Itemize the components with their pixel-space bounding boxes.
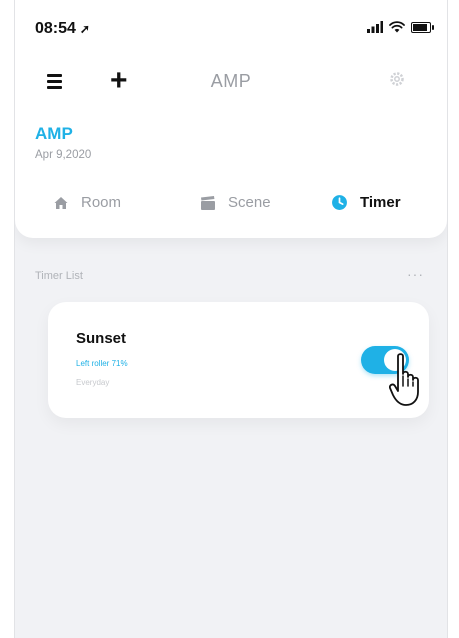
location-arrow-icon: ➚ (79, 22, 90, 36)
home-date: Apr 9,2020 (35, 149, 92, 161)
scene-icon (201, 195, 215, 210)
status-time: 08:54 ➚ (35, 20, 90, 38)
home-icon (54, 196, 68, 209)
tab-room-label: Room (81, 194, 122, 211)
tab-scene-label: Scene (228, 194, 271, 211)
tab-bar: Room Scene Timer (15, 184, 447, 226)
phone-screen: 08:54 ➚ + AMP AMP Apr 9,2020 Room Scene … (14, 0, 448, 638)
tab-room[interactable]: Room (53, 194, 121, 211)
tab-scene[interactable]: Scene (200, 194, 271, 211)
status-icons (367, 21, 434, 33)
gear-icon[interactable] (389, 71, 405, 87)
timer-repeat: Everyday (76, 378, 110, 387)
wifi-icon (389, 21, 405, 33)
clock-icon (332, 195, 347, 210)
timer-list-title: Timer List (35, 270, 83, 282)
tab-timer-label: Timer (360, 194, 401, 211)
timer-name: Sunset (76, 330, 127, 347)
more-icon[interactable]: ··· (407, 266, 424, 282)
home-name: AMP (35, 124, 73, 143)
app-header: 08:54 ➚ + AMP AMP Apr 9,2020 Room Scene … (15, 0, 447, 238)
hand-cursor-icon (389, 353, 419, 406)
status-time-text: 08:54 (35, 20, 76, 37)
timer-card[interactable]: Sunset Left roller 71% Everyday (48, 302, 429, 418)
timer-detail: Left roller 71% (76, 359, 128, 368)
app-title: AMP (210, 71, 252, 91)
battery-icon (411, 21, 434, 33)
signal-icon (367, 21, 383, 33)
tab-timer[interactable]: Timer (331, 194, 401, 211)
